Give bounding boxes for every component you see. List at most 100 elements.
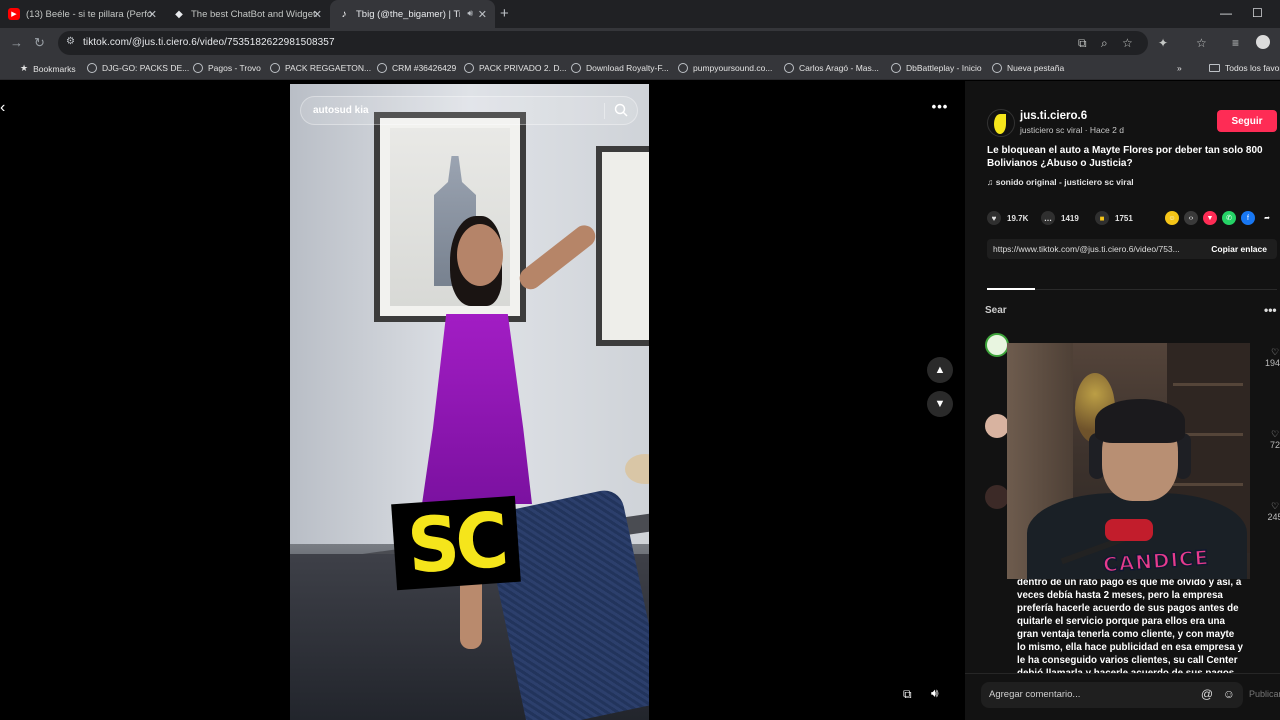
search-icon[interactable] xyxy=(613,102,629,123)
share-arrow-icon[interactable]: ➦ xyxy=(1260,211,1274,225)
sc-watermark-logo: SC xyxy=(391,496,521,590)
close-icon[interactable]: ✕ xyxy=(478,8,487,21)
address-bar[interactable]: ⚙ tiktok.com/@jus.ti.ciero.6/video/75351… xyxy=(58,31,1148,55)
bookmarks-icon[interactable]: ☆ xyxy=(1196,36,1207,50)
more-options-icon[interactable]: ••• xyxy=(1264,303,1277,317)
post-description: Le bloquean el auto a Mayte Flores por d… xyxy=(987,145,1263,169)
bookmark-item[interactable]: Download Royalty-F... xyxy=(571,63,669,73)
globe-icon xyxy=(571,63,581,73)
music-note-icon: ♫ xyxy=(987,177,996,187)
chevron-up-icon: ▲ xyxy=(934,364,946,376)
more-bookmarks-chevron-icon[interactable]: » xyxy=(1177,63,1182,73)
tiktok-icon: ♪ xyxy=(341,8,347,20)
publish-button[interactable]: Publicar xyxy=(1249,689,1280,699)
bookmark-item[interactable]: Nueva pestaña xyxy=(992,63,1064,73)
more-options-icon[interactable]: ••• xyxy=(927,99,953,119)
tab-title: The best ChatBot and Widgets xyxy=(191,8,317,20)
diamond-icon: ◆ xyxy=(175,8,183,20)
install-app-icon[interactable]: ⧉ xyxy=(1078,36,1087,51)
mention-icon[interactable]: @ xyxy=(1201,687,1213,701)
audio-playing-icon[interactable]: 🔊︎ xyxy=(467,8,473,19)
video-search-input[interactable]: autosud kia xyxy=(300,96,638,125)
reload-icon[interactable]: ↻ xyxy=(34,35,45,51)
bookmark-label: PACK PRIVADO 2. D... xyxy=(479,63,567,73)
heart-outline-icon: ♡ xyxy=(1270,429,1280,439)
youtube-icon: ▶ xyxy=(8,8,20,20)
emoji-icon[interactable]: ☺ xyxy=(1223,687,1235,701)
bookmark-item[interactable]: CRM #36426429 xyxy=(377,63,456,73)
emoji-share-icon[interactable]: ☺ xyxy=(1165,211,1179,225)
forward-icon[interactable]: → xyxy=(10,35,23,50)
bookmark-label: Carlos Aragó - Mas... xyxy=(799,63,879,73)
bookmark-item[interactable]: Carlos Aragó - Mas... xyxy=(784,63,879,73)
media-control-icon[interactable]: ≡ xyxy=(1232,36,1239,50)
picture-in-picture-icon[interactable]: ⧉ xyxy=(903,687,912,702)
close-video-icon[interactable]: ‹ xyxy=(0,99,5,117)
new-tab-button[interactable]: + xyxy=(500,5,509,22)
post-link: https://www.tiktok.com/@jus.ti.ciero.6/v… xyxy=(993,244,1180,254)
all-bookmarks-folder[interactable]: Todos los favoritos xyxy=(1209,63,1280,73)
bookmark-label: CRM #36426429 xyxy=(392,63,457,73)
save-button[interactable]: ■ 1751 xyxy=(1095,211,1133,225)
engagement-bar: ♥ 19.7K … 1419 ■ 1751 ☺ ‹› ▼ ✆ f ➦ xyxy=(987,211,1277,227)
minimize-icon[interactable]: — xyxy=(1220,6,1232,20)
framed-picture xyxy=(596,146,649,346)
bookmark-label: Todos los favoritos xyxy=(1225,63,1280,73)
previous-video-button[interactable]: ▲ xyxy=(927,357,953,383)
comment-input[interactable]: Agregar comentario... @ ☺ xyxy=(981,682,1243,708)
site-info-icon[interactable]: ⚙ xyxy=(66,36,75,47)
sound-link[interactable]: ♫ sonido original - justiciero sc viral xyxy=(987,177,1134,187)
close-icon[interactable]: ✕ xyxy=(148,8,157,21)
volume-icon[interactable]: 🔊︎ xyxy=(931,686,939,701)
bookmark-item[interactable]: DbBattleplay - Inicio xyxy=(891,63,982,73)
comment-count-button[interactable]: … 1419 xyxy=(1041,211,1079,225)
bookmark-item[interactable]: Pagos - Trovo xyxy=(193,63,261,73)
bookmark-icon: ■ xyxy=(1095,211,1109,225)
next-video-button[interactable]: ▼ xyxy=(927,391,953,417)
bookmark-label: DbBattleplay - Inicio xyxy=(906,63,982,73)
bookmark-label: Nueva pestaña xyxy=(1007,63,1065,73)
commenter-avatar[interactable] xyxy=(985,414,1009,438)
like-button[interactable]: ♥ 19.7K xyxy=(987,211,1028,225)
bookmark-item[interactable]: ★ Bookmarks xyxy=(20,63,76,74)
comments-tab-underline xyxy=(987,288,1277,290)
profile-avatar[interactable] xyxy=(1256,35,1270,49)
facebook-icon[interactable]: f xyxy=(1241,211,1255,225)
close-icon[interactable]: ✕ xyxy=(313,8,322,21)
bookmark-star-icon[interactable]: ☆ xyxy=(1122,36,1133,50)
comment-like[interactable]: ♡245 xyxy=(1265,501,1280,522)
zoom-icon[interactable]: ⌕ xyxy=(1101,36,1108,51)
chevron-down-icon: ▼ xyxy=(934,398,946,410)
copy-link-button[interactable]: Copiar enlace xyxy=(1211,244,1267,254)
follow-button[interactable]: Seguir xyxy=(1217,110,1277,132)
commenter-avatar[interactable] xyxy=(985,485,1009,509)
tab-youtube[interactable]: ▶ (13) Beéle - si te pillara (Perform ✕ xyxy=(0,0,165,28)
tab-chatbot[interactable]: ◆ The best ChatBot and Widgets ✕ xyxy=(165,0,330,28)
comment-icon: … xyxy=(1041,211,1055,225)
author-username[interactable]: jus.ti.ciero.6 xyxy=(1020,110,1087,122)
folder-icon xyxy=(1209,64,1220,72)
maximize-icon[interactable]: ☐ xyxy=(1252,6,1263,20)
whatsapp-icon[interactable]: ✆ xyxy=(1222,211,1236,225)
search-comments-label[interactable]: Sear xyxy=(985,305,1007,316)
bookmark-item[interactable]: PACK PRIVADO 2. D... xyxy=(464,63,567,73)
comment-like[interactable]: ♡ 72 xyxy=(1265,429,1280,450)
commenter-avatar[interactable] xyxy=(985,333,1009,357)
search-placeholder: autosud kia xyxy=(313,105,369,116)
bookmark-item[interactable]: pumpyoursound.co... xyxy=(678,63,772,73)
globe-icon xyxy=(377,63,387,73)
extensions-icon[interactable]: ✦ xyxy=(1158,36,1168,50)
globe-icon xyxy=(464,63,474,73)
author-avatar[interactable] xyxy=(987,109,1015,137)
bookmark-item[interactable]: DJG-GO: PACKS DE... xyxy=(87,63,189,73)
framed-picture xyxy=(374,112,526,322)
author-subtitle: justiciero sc viral · Hace 2 d xyxy=(1020,125,1124,135)
bookmark-item[interactable]: PACK REGGAETON... xyxy=(270,63,371,73)
comment-like[interactable]: ♡1940 xyxy=(1265,347,1280,368)
send-to-friends-icon[interactable]: ▼ xyxy=(1203,211,1217,225)
video-player[interactable]: SC autosud kia xyxy=(290,84,649,720)
embed-code-icon[interactable]: ‹› xyxy=(1184,211,1198,225)
bookmark-label: Bookmarks xyxy=(33,63,76,74)
comment-composer: Agregar comentario... @ ☺ Publicar xyxy=(965,673,1280,720)
tab-tiktok[interactable]: ♪ Tbig (@the_bigamer) | TikTo 🔊︎ ✕ xyxy=(330,0,495,28)
